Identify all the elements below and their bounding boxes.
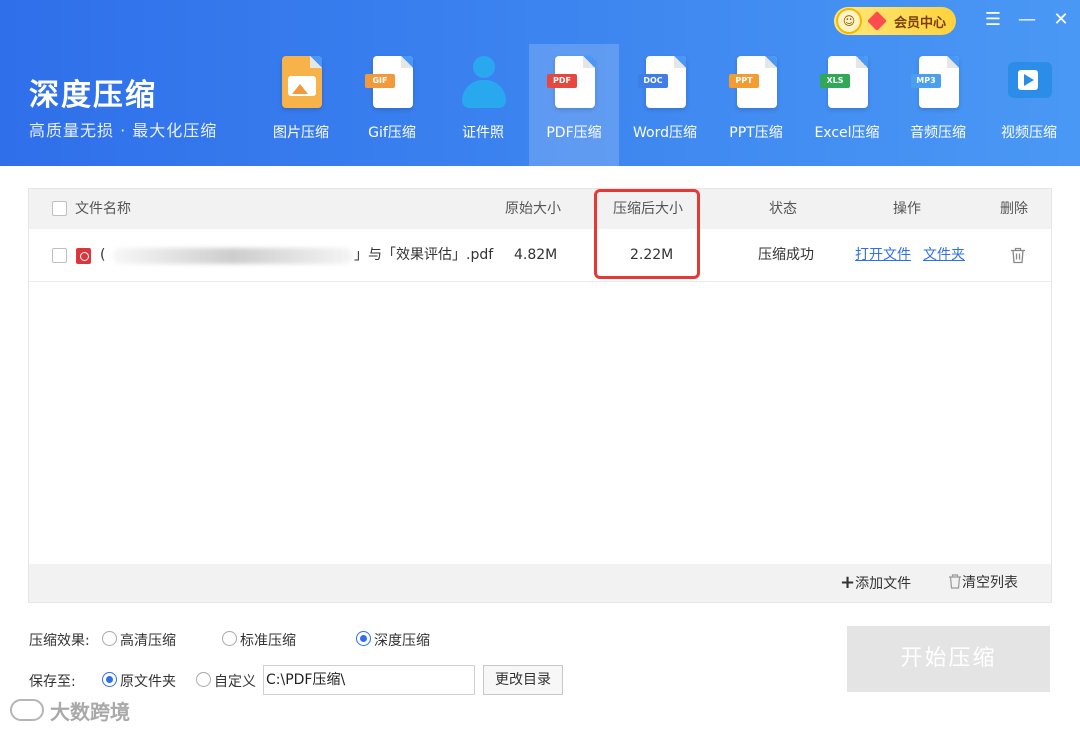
table-footer: +添加文件 清空列表	[29, 564, 1051, 602]
redacted-filename	[113, 248, 353, 264]
gem-icon	[867, 11, 887, 31]
clear-list-label: 清空列表	[962, 575, 1018, 591]
radio-custom[interactable]	[196, 672, 211, 687]
tool-label: Excel压缩	[814, 125, 880, 141]
open-file-link[interactable]: 打开文件	[855, 229, 911, 282]
save-label: 保存至:	[29, 674, 76, 690]
header-actions: 操作	[893, 201, 921, 217]
header-delete: 删除	[1000, 201, 1028, 217]
header-file-name: 文件名称	[75, 201, 131, 217]
watermark-logo-icon	[10, 699, 44, 721]
id-photo-icon	[456, 52, 510, 114]
close-button[interactable]: ✕	[1048, 6, 1074, 32]
tool-id-photo[interactable]: 证件照	[438, 44, 528, 166]
clear-list-button[interactable]: 清空列表	[948, 564, 1018, 602]
add-file-label: 添加文件	[855, 576, 912, 592]
excel-icon: XLS	[820, 52, 874, 114]
effect-label: 压缩效果:	[29, 633, 90, 649]
tool-audio-compress[interactable]: MP3 音频压缩	[893, 44, 983, 166]
change-directory-button[interactable]: 更改目录	[483, 665, 563, 695]
vip-center-button[interactable]: ☺ 会员中心	[834, 7, 956, 35]
tool-label: 音频压缩	[910, 125, 966, 141]
table-row: ( 」与「效果评估」.pdf 4.82M 2.22M 压缩成功 打开文件 文件夹	[29, 229, 1051, 282]
status-text: 压缩成功	[758, 247, 814, 263]
effect-deep-label: 深度压缩	[374, 633, 430, 649]
menu-icon[interactable]: ☰	[980, 6, 1006, 32]
word-icon: DOC	[638, 52, 692, 114]
tool-gif-compress[interactable]: GIF Gif压缩	[347, 44, 437, 166]
watermark: 大数跨境	[10, 697, 130, 724]
save-path-input[interactable]: C:\PDF压缩\	[263, 665, 475, 695]
radio-hd[interactable]	[102, 631, 117, 646]
pdf-doc-icon: PDF	[547, 52, 601, 114]
tool-image-compress[interactable]: 图片压缩	[256, 44, 346, 166]
tool-label: 图片压缩	[273, 125, 329, 141]
app-header: 深度压缩 高质量无损 · 最大化压缩 ☺ 会员中心 ☰ — ✕ 图片压缩 GIF…	[0, 0, 1080, 166]
radio-original-folder[interactable]	[102, 672, 117, 687]
original-size: 4.82M	[514, 247, 558, 263]
plus-icon: +	[840, 572, 856, 593]
custom-label: 自定义	[214, 674, 256, 690]
vip-face-icon: ☺	[836, 8, 862, 34]
effect-standard-label: 标准压缩	[240, 633, 296, 649]
header-original-size: 原始大小	[505, 201, 561, 217]
tool-label: Word压缩	[633, 125, 697, 141]
radio-deep[interactable]	[356, 631, 371, 646]
pdf-file-icon	[76, 248, 91, 264]
effect-hd-label: 高清压缩	[120, 633, 176, 649]
header-status: 状态	[769, 201, 797, 217]
file-name-prefix: (	[100, 247, 106, 263]
trash-icon[interactable]	[1010, 247, 1026, 264]
row-checkbox[interactable]	[52, 248, 67, 263]
video-icon	[1002, 52, 1056, 114]
tool-label: Gif压缩	[368, 125, 416, 141]
trash-icon	[949, 574, 961, 589]
radio-standard[interactable]	[222, 631, 237, 646]
vip-center-label: 会员中心	[894, 15, 947, 31]
ppt-icon: PPT	[729, 52, 783, 114]
tool-pdf-compress[interactable]: PDF PDF压缩	[529, 44, 619, 166]
file-table: 文件名称 原始大小 压缩后大小 状态 操作 删除 ( 」与「效果评估」.pdf …	[28, 188, 1052, 603]
add-file-button[interactable]: +添加文件	[840, 564, 911, 602]
app-title: 深度压缩	[29, 78, 157, 113]
start-compress-button[interactable]: 开始压缩	[847, 626, 1050, 692]
select-all-checkbox[interactable]	[52, 201, 67, 216]
minimize-button[interactable]: —	[1014, 6, 1040, 32]
table-header: 文件名称 原始大小 压缩后大小 状态 操作 删除	[29, 189, 1051, 229]
tool-label: 视频压缩	[1001, 125, 1057, 141]
file-name-suffix: 」与「效果评估」.pdf	[354, 247, 494, 263]
highlight-box	[594, 189, 700, 279]
tool-label: PPT压缩	[729, 125, 783, 141]
original-folder-label: 原文件夹	[120, 674, 176, 690]
tool-word-compress[interactable]: DOC Word压缩	[620, 44, 710, 166]
tool-label: 证件照	[462, 125, 504, 141]
tool-label: PDF压缩	[546, 125, 602, 141]
watermark-text: 大数跨境	[50, 699, 130, 724]
tool-excel-compress[interactable]: XLS Excel压缩	[802, 44, 892, 166]
audio-icon: MP3	[911, 52, 965, 114]
image-icon	[274, 52, 328, 114]
gif-icon: GIF	[365, 52, 419, 114]
app-subtitle: 高质量无损 · 最大化压缩	[29, 121, 218, 140]
tool-ppt-compress[interactable]: PPT PPT压缩	[711, 44, 801, 166]
open-folder-link[interactable]: 文件夹	[923, 229, 965, 282]
tool-video-compress[interactable]: 视频压缩	[984, 44, 1074, 166]
